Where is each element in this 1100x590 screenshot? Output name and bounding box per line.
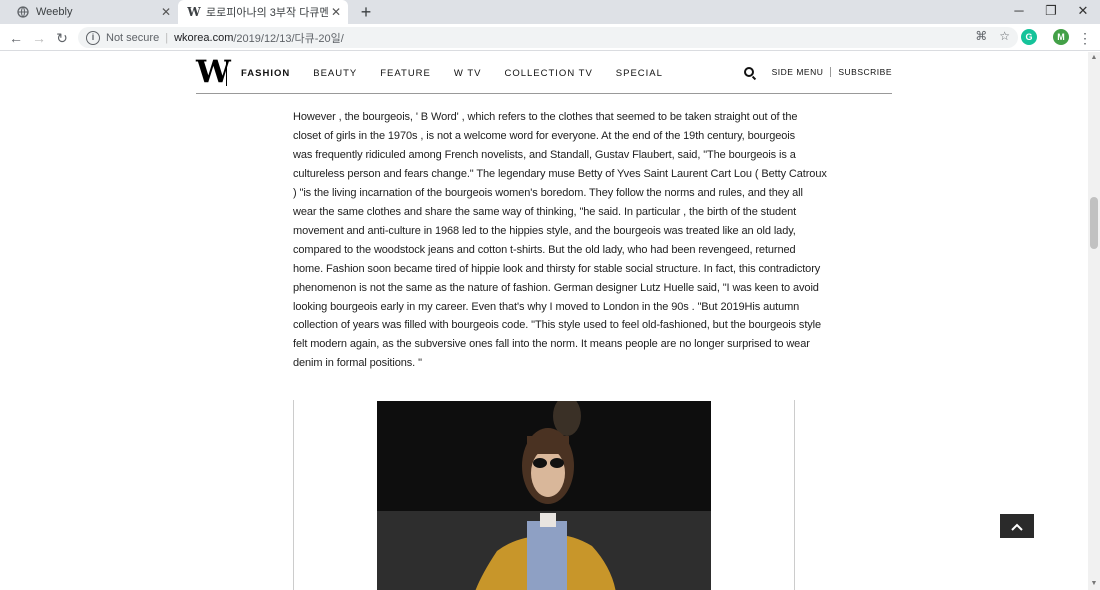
url-host: wkorea.com [174,31,234,44]
forward-icon[interactable]: → [29,28,49,48]
menu-special[interactable]: SPECIAL [616,68,663,79]
article-line: denim in formal positions. " [293,357,422,370]
menu-feature[interactable]: FEATURE [380,68,431,79]
side-menu-link[interactable]: SIDE MENU [772,67,824,77]
article-line: closet of girls in the 1970s , is not a … [293,129,796,142]
article-body: However , the bourgeois, ' B Word' , whi… [293,108,827,373]
reload-icon[interactable]: ↻ [52,28,72,48]
browser-toolbar: ← → ↻ i Not secure | wkorea.com /2019/12… [0,24,1100,51]
menu-fashion[interactable]: FASHION [241,68,290,79]
star-icon[interactable]: ☆ [999,29,1010,43]
restore-icon[interactable]: ❐ [1034,0,1068,24]
article-line: cultureless person and fears change." Th… [293,167,827,180]
logo-divider [226,60,227,86]
globe-icon [16,5,30,19]
w-logo[interactable]: W [196,57,231,88]
page-viewport: W FASHION BEAUTY FEATURE W TV COLLECTION… [0,52,1088,590]
menu-collection-tv[interactable]: COLLECTION TV [504,68,592,79]
article-line: ) "is the living incarnation of the bour… [293,186,803,199]
article-line: was frequently ridiculed among French no… [293,148,796,161]
scroll-thumb[interactable] [1090,197,1098,249]
tab-strip: Weebly ✕ W 로로피아나의 3부작 다큐멘터리 ✕ + ─ ❐ ✕ [0,0,1100,24]
article-line: phenomenon is not the same as the nature… [293,281,819,294]
article-line: wear the same clothes and share the same… [293,205,797,218]
runway-photo [377,401,711,590]
close-window-icon[interactable]: ✕ [1066,0,1100,24]
scroll-up-icon[interactable]: ▲ [1088,52,1100,64]
url-path: /2019/12/13/다큐-20일/ [233,32,344,45]
profile-avatar-icon[interactable]: M [1053,29,1069,45]
article-line: felt modern again, as the subversive one… [293,338,810,351]
tab-title: 로로피아나의 3부작 다큐멘터리 [206,7,328,19]
search-icon[interactable] [743,67,754,77]
w-favicon-icon: W [187,5,200,19]
scroll-down-icon[interactable]: ▼ [1088,578,1100,590]
page-scrollbar[interactable]: ▲ ▼ [1088,52,1100,590]
article-line: collection of years was filled with bour… [293,319,822,332]
minimize-icon[interactable]: ─ [1002,0,1036,24]
article-line: compared to the woodstock jeans and cott… [293,243,796,256]
header-divider [830,67,832,77]
kebab-menu-icon[interactable]: ⋮ [1075,28,1095,48]
article-line: movement and anti-culture in 1968 led to… [293,224,796,237]
article-line: home. Fashion soon became tired of hippi… [293,262,821,275]
back-to-top-button[interactable] [1000,514,1034,538]
chevron-up-icon [1011,523,1023,531]
header-actions: SIDE MENU SUBSCRIBE [743,67,892,77]
tab-wkorea[interactable]: W 로로피아나의 3부작 다큐멘터리 ✕ [178,0,348,24]
back-icon[interactable]: ← [6,28,26,48]
main-menu: FASHION BEAUTY FEATURE W TV COLLECTION T… [241,68,686,79]
tab-title: Weebly [36,6,73,18]
article-line: However , the bourgeois, ' B Word' , whi… [293,111,798,123]
close-tab-icon[interactable]: ✕ [328,5,344,19]
address-bar[interactable]: i Not secure | wkorea.com /2019/12/13/다큐… [78,27,1018,48]
close-tab-icon[interactable]: ✕ [158,5,174,19]
info-icon[interactable]: i [86,30,100,45]
subscribe-link[interactable]: SUBSCRIBE [838,67,892,77]
new-tab-icon[interactable]: + [356,2,376,22]
menu-beauty[interactable]: BEAUTY [313,68,357,79]
site-header: W FASHION BEAUTY FEATURE W TV COLLECTION… [196,52,892,94]
url-separator: | [165,31,169,44]
tab-weebly[interactable]: Weebly ✕ [8,0,178,24]
menu-wtv[interactable]: W TV [454,68,482,79]
article-line: looking bourgeois early in my career. Ev… [293,300,800,313]
translate-icon[interactable]: ⌘ [975,29,987,43]
grammarly-icon[interactable]: G [1021,29,1037,45]
security-label: Not secure [106,31,160,44]
